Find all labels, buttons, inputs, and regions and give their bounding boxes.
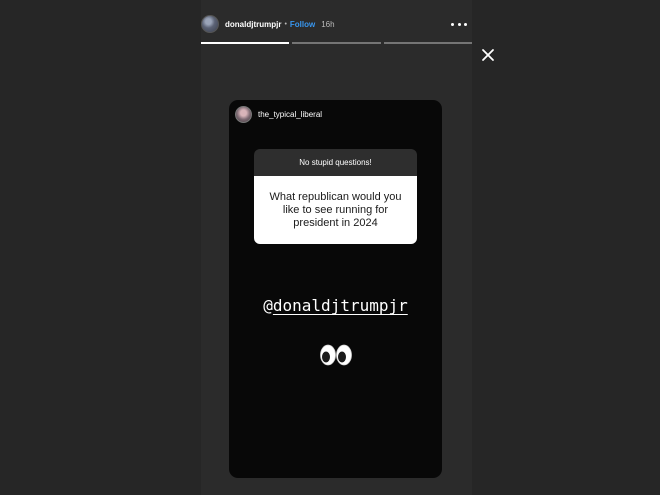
progress-fill	[201, 42, 290, 44]
more-options-icon[interactable]	[451, 16, 467, 32]
progress-segment	[292, 42, 381, 44]
question-text: What republican would you like to see ru…	[254, 176, 417, 244]
progress-segment	[383, 42, 472, 44]
mention-handle: donaldjtrumpjr	[272, 296, 408, 315]
story-header: donaldjtrumpjr • Follow 16h	[201, 13, 472, 35]
timestamp: 16h	[321, 19, 335, 29]
question-sticker: No stupid questions! What republican wou…	[254, 149, 417, 244]
question-author: the_typical_liberal	[235, 106, 322, 123]
story-card[interactable]: the_typical_liberal No stupid questions!…	[229, 100, 442, 478]
mention-at-symbol: @	[263, 296, 273, 315]
progress-segment	[201, 42, 290, 44]
story-viewer: donaldjtrumpjr • Follow 16h the_typical_…	[0, 0, 660, 495]
mention-tag[interactable]: @donaldjtrumpjr	[229, 296, 442, 315]
avatar[interactable]	[201, 15, 219, 33]
story-progress-bar	[201, 42, 472, 44]
follow-button[interactable]: Follow	[290, 20, 315, 29]
author-avatar	[235, 106, 252, 123]
separator-dot: •	[284, 20, 287, 28]
author-username: the_typical_liberal	[258, 110, 323, 119]
username[interactable]: donaldjtrumpjr	[225, 20, 281, 29]
question-header: No stupid questions!	[254, 149, 417, 176]
eyes-emoji-icon	[320, 344, 352, 366]
close-icon[interactable]	[481, 48, 495, 62]
